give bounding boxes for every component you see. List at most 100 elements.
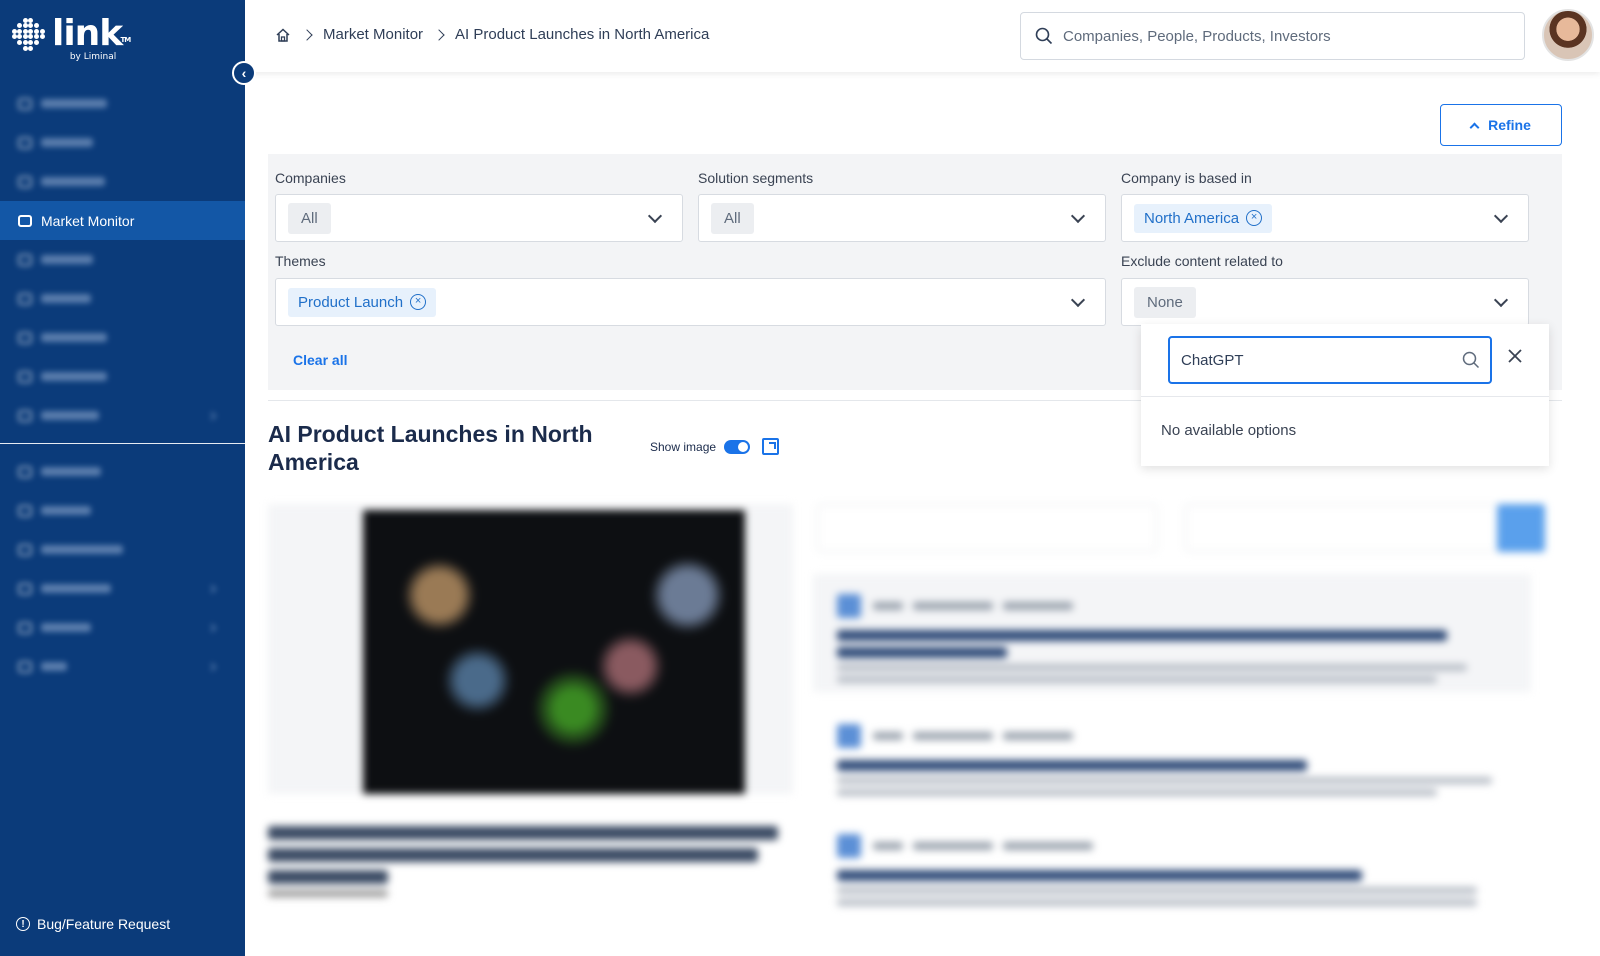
nav-icon: [18, 292, 32, 305]
chevron-right-icon: [301, 28, 313, 41]
remove-chip-icon[interactable]: ×: [1246, 210, 1263, 226]
themes-chip: Product Launch ×: [288, 287, 437, 317]
themes-select[interactable]: Product Launch ×: [275, 278, 1106, 326]
chevron-up-icon: [1469, 122, 1480, 132]
news-item[interactable]: [813, 574, 1531, 692]
sidebar: link TM by Liminal Market Monitor ! Bug/…: [0, 0, 245, 956]
logo-dot: [22, 28, 28, 34]
sidebar-item-13[interactable]: [0, 569, 245, 608]
nav-icon: [18, 660, 32, 673]
expand-icon[interactable]: [762, 438, 779, 455]
featured-article-title-placeholder[interactable]: [268, 822, 793, 884]
sidebar-item-2[interactable]: [0, 123, 245, 162]
sidebar-item-market-monitor[interactable]: Market Monitor: [0, 201, 245, 240]
based-in-chip: North America ×: [1134, 203, 1273, 233]
close-icon[interactable]: [1507, 348, 1523, 364]
exclude-dropdown-menu: No available options: [1141, 324, 1549, 466]
logo-dot: [17, 40, 23, 45]
logo-subtitle: by Liminal: [69, 52, 117, 62]
logo-dot: [17, 34, 23, 40]
logo-dot: [22, 34, 28, 40]
logo-dot: [28, 34, 34, 40]
nav-icon: [18, 504, 32, 517]
logo-tm: TM: [120, 36, 132, 44]
link-logo[interactable]: link TM by Liminal: [10, 16, 131, 62]
sidebar-item-5[interactable]: [0, 240, 245, 279]
chevron-icon: [207, 623, 217, 632]
sidebar-item-label: Market Monitor: [41, 212, 135, 229]
logo-dot: [34, 23, 39, 29]
companies-select[interactable]: All: [275, 194, 683, 242]
global-search[interactable]: [1020, 12, 1525, 60]
nav-icon: [18, 253, 32, 266]
sidebar-item-11[interactable]: [0, 491, 245, 530]
segments-value: All: [711, 202, 754, 234]
sidebar-item-1[interactable]: [0, 84, 245, 123]
dropdown-search[interactable]: [1168, 336, 1492, 384]
chevron-right-icon: [433, 28, 445, 41]
results-search-input[interactable]: [1185, 504, 1505, 552]
logo-dot: [11, 34, 17, 40]
logo-dot: [34, 34, 39, 40]
sidebar-item-6[interactable]: [0, 279, 245, 318]
logo-dot: [34, 40, 39, 45]
source-icon: [837, 834, 861, 858]
user-avatar[interactable]: [1542, 9, 1594, 61]
themes-label: Themes: [275, 253, 326, 269]
bug-feature-request-link[interactable]: ! Bug/Feature Request: [16, 916, 170, 932]
exclude-select[interactable]: None: [1121, 278, 1529, 326]
logo-dot: [28, 17, 34, 23]
nav-icon: [18, 582, 32, 595]
nav-icon: [18, 543, 32, 556]
refine-button[interactable]: Refine: [1440, 104, 1562, 146]
clear-all-button[interactable]: Clear all: [293, 352, 347, 368]
market-monitor-icon: [18, 214, 32, 227]
sidebar-item-14[interactable]: [0, 608, 245, 647]
news-item[interactable]: [813, 814, 1531, 932]
sidebar-item-3[interactable]: [0, 162, 245, 201]
main-content: Refine Companies All Solution segments A…: [245, 72, 1600, 956]
segments-select[interactable]: All: [698, 194, 1106, 242]
show-image-toggle[interactable]: [724, 440, 751, 454]
nav-icon: [18, 465, 32, 478]
remove-chip-icon[interactable]: ×: [410, 294, 427, 310]
logo-dot: [28, 28, 34, 34]
page-title: AI Product Launches in North America: [268, 421, 593, 475]
collapse-sidebar-button[interactable]: ‹: [232, 61, 256, 85]
chevron-down-icon: [1070, 292, 1086, 308]
sidebar-item-12[interactable]: [0, 530, 245, 569]
news-item[interactable]: [813, 704, 1531, 822]
breadcrumb-market-monitor[interactable]: Market Monitor: [323, 26, 423, 43]
chevron-down-icon: [1070, 208, 1086, 224]
nav-icon: [18, 409, 32, 422]
global-search-input[interactable]: [1063, 27, 1503, 45]
logo-dot: [34, 28, 39, 34]
logo-dot: [28, 45, 34, 51]
date-filter-select[interactable]: [817, 504, 1157, 552]
logo-dot: [17, 28, 23, 34]
info-icon: !: [16, 917, 30, 931]
chevron-icon: [207, 411, 217, 420]
dropdown-search-input[interactable]: [1181, 351, 1451, 369]
show-image-label: Show image: [650, 440, 717, 454]
featured-article-image-card[interactable]: [268, 504, 793, 794]
nav-icon: [18, 331, 32, 344]
nav-icon: [18, 97, 32, 110]
dropdown-divider: [1141, 396, 1549, 397]
sidebar-item-15[interactable]: [0, 647, 245, 686]
sidebar-item-9[interactable]: [0, 396, 245, 435]
home-icon[interactable]: [275, 27, 291, 43]
source-icon: [837, 724, 861, 748]
show-image-control: Show image: [650, 440, 751, 454]
source-icon: [837, 594, 861, 618]
results-search-button[interactable]: [1497, 504, 1545, 552]
refine-label: Refine: [1488, 117, 1531, 133]
based-in-select[interactable]: North America ×: [1121, 194, 1529, 242]
sidebar-item-7[interactable]: [0, 318, 245, 357]
sidebar-item-10[interactable]: [0, 452, 245, 491]
logo-dot: [28, 23, 34, 29]
sidebar-divider: [0, 443, 245, 444]
sidebar-item-8[interactable]: [0, 357, 245, 396]
top-bar: Market Monitor AI Product Launches in No…: [245, 0, 1600, 72]
companies-label: Companies: [275, 170, 346, 186]
